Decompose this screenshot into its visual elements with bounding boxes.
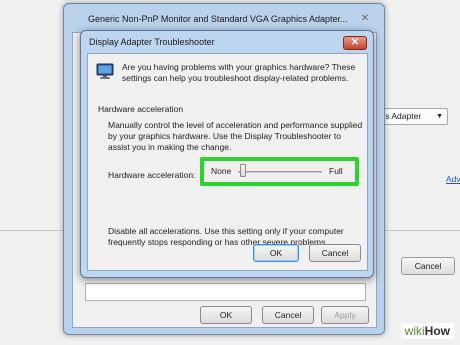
properties-ok-button[interactable]: OK: [200, 306, 252, 324]
properties-cancel-button[interactable]: Cancel: [262, 306, 314, 324]
troubleshooter-dialog: Display Adapter Troubleshooter ✕ Are you…: [80, 30, 374, 278]
adapter-combo-label: cs Adapter: [381, 111, 422, 121]
hardware-acceleration-heading: Hardware acceleration: [98, 104, 184, 114]
properties-apply-button[interactable]: Apply: [321, 306, 369, 324]
slider-max-label: Full: [329, 166, 343, 176]
close-icon[interactable]: ✕: [356, 12, 374, 26]
dialog-close-button[interactable]: ✕: [343, 36, 367, 50]
wikihow-watermark: wikiHow: [400, 323, 454, 339]
watermark-how: How: [424, 324, 450, 338]
adapter-properties-title: Generic Non-PnP Monitor and Standard VGA…: [88, 14, 348, 24]
slider-min-label: None: [211, 166, 232, 176]
dialog-cancel-button[interactable]: Cancel: [309, 244, 361, 262]
dialog-title: Display Adapter Troubleshooter: [89, 37, 215, 47]
adapter-combo[interactable]: cs Adapter ▼: [374, 108, 448, 125]
advanced-link[interactable]: Adv: [446, 174, 460, 184]
acceleration-slider-thumb[interactable]: [240, 164, 246, 177]
monitor-icon: [96, 63, 114, 79]
dialog-ok-button[interactable]: OK: [253, 244, 299, 262]
intro-text: Are you having problems with your graphi…: [122, 62, 356, 83]
properties-list-field: [85, 283, 366, 301]
hardware-acceleration-description: Manually control the level of accelerati…: [108, 120, 363, 152]
hardware-acceleration-label: Hardware acceleration:: [108, 170, 196, 180]
acceleration-slider-track[interactable]: [238, 171, 322, 173]
background-cancel-button[interactable]: Cancel: [401, 257, 455, 275]
watermark-wiki: wiki: [404, 324, 425, 338]
chevron-down-icon: ▼: [436, 113, 443, 120]
